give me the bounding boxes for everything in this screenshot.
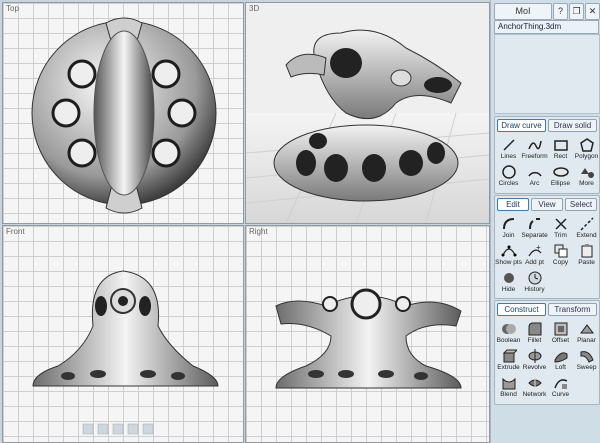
moi-window: Top 3D Front Right MoI ? ❐ ✕ AnchorThing… [0,0,600,443]
offset-button[interactable]: Offset [548,320,573,346]
viewport-front[interactable]: Front [2,225,244,443]
more-shapes-icon [580,168,594,178]
rectangle-icon [553,140,568,151]
tab-edit[interactable]: Edit [497,198,529,211]
hide-button[interactable]: Hide [496,269,521,295]
extend-button[interactable]: Extend [574,215,599,241]
tab-select[interactable]: Select [565,198,597,211]
network-button[interactable]: Network [522,374,547,400]
circles-button[interactable]: Circles [496,163,521,189]
moi-menu-button[interactable]: MoI [494,3,552,20]
paste-button[interactable]: Paste [574,242,599,268]
history-icon [528,271,541,285]
document-name: AnchorThing.3dm [494,20,599,34]
show-points-button[interactable]: Show pts [495,242,522,268]
join-button[interactable]: Join [496,215,521,241]
tab-transform[interactable]: Transform [548,303,597,316]
tab-view[interactable]: View [531,198,563,211]
curve-icon [553,379,567,389]
planar-icon [579,324,594,334]
tab-draw-solid[interactable]: Draw solid [548,119,597,132]
scissors-icon [554,218,567,230]
revolve-icon [528,349,541,363]
tab-draw-curve[interactable]: Draw curve [497,119,546,132]
network-icon [527,378,542,388]
extrude-icon [502,349,517,363]
blend-button[interactable]: Blend [496,374,521,400]
model-perspective-view [246,29,489,223]
ellipse-button[interactable]: Ellipse [548,163,573,189]
model-top-view [31,17,217,214]
svg-text:+: + [536,243,541,252]
construct-palette: Construct Transform Boolean Fillet Offse… [494,300,600,405]
line-icon [502,139,515,151]
add-point-icon: + [527,243,541,257]
fillet-button[interactable]: Fillet [522,320,547,346]
freeform-button[interactable]: Freeform [521,136,548,162]
blend-icon [502,377,515,390]
copy-icon [554,244,567,258]
trim-button[interactable]: Trim [548,215,573,241]
circle-icon [501,165,516,179]
history-button[interactable]: History [522,269,547,295]
rect-button[interactable]: Rect [548,136,573,162]
lines-button[interactable]: Lines [496,136,521,162]
polygon-icon [579,138,594,152]
more-button[interactable]: More [574,163,599,189]
command-panel: MoI ? ❐ ✕ AnchorThing.3dm Draw curve Dra… [490,0,600,443]
show-points-icon [501,245,516,257]
curve-button[interactable]: Curve [548,374,573,400]
boolean-button[interactable]: Boolean [496,320,521,346]
extend-icon [579,217,594,231]
separate-button[interactable]: Separate [521,215,548,241]
fillet-icon [528,322,541,336]
offset-icon [554,322,567,336]
model-right-view [275,288,462,389]
sweep-button[interactable]: Sweep [574,347,599,373]
copy-button[interactable]: Copy [548,242,573,268]
extrude-button[interactable]: Extrude [496,347,521,373]
loft-button[interactable]: Loft [548,347,573,373]
planar-button[interactable]: Planar [574,320,599,346]
arc-button[interactable]: Arc [522,163,547,189]
freeform-icon [527,140,542,150]
arc-icon [527,171,542,177]
close-icon[interactable]: ✕ [585,3,600,20]
loft-icon [554,352,567,363]
separate-icon [528,218,540,230]
revolve-button[interactable]: Revolve [522,347,547,373]
ellipse-icon [552,167,569,177]
join-icon [502,218,514,230]
boolean-icon [501,324,516,334]
paste-icon [581,244,592,258]
viewport-top[interactable]: Top [2,2,244,224]
sweep-icon [580,351,594,363]
model-front-view [32,270,219,435]
restore-icon[interactable]: ❐ [569,3,584,20]
edit-palette: Edit View Select Join Separate Trim Exte… [494,195,600,299]
help-button[interactable]: ? [553,3,568,20]
hide-icon [503,273,514,283]
tab-construct[interactable]: Construct [497,303,546,316]
viewport-3d[interactable]: 3D [245,2,490,224]
draw-palette: Draw curve Draw solid Lines Freeform Rec… [494,116,600,194]
add-point-button[interactable]: + Add pt [522,242,547,268]
properties-area [494,34,600,114]
polygon-button[interactable]: Polygon [574,136,599,162]
viewport-right[interactable]: Right [245,225,490,443]
